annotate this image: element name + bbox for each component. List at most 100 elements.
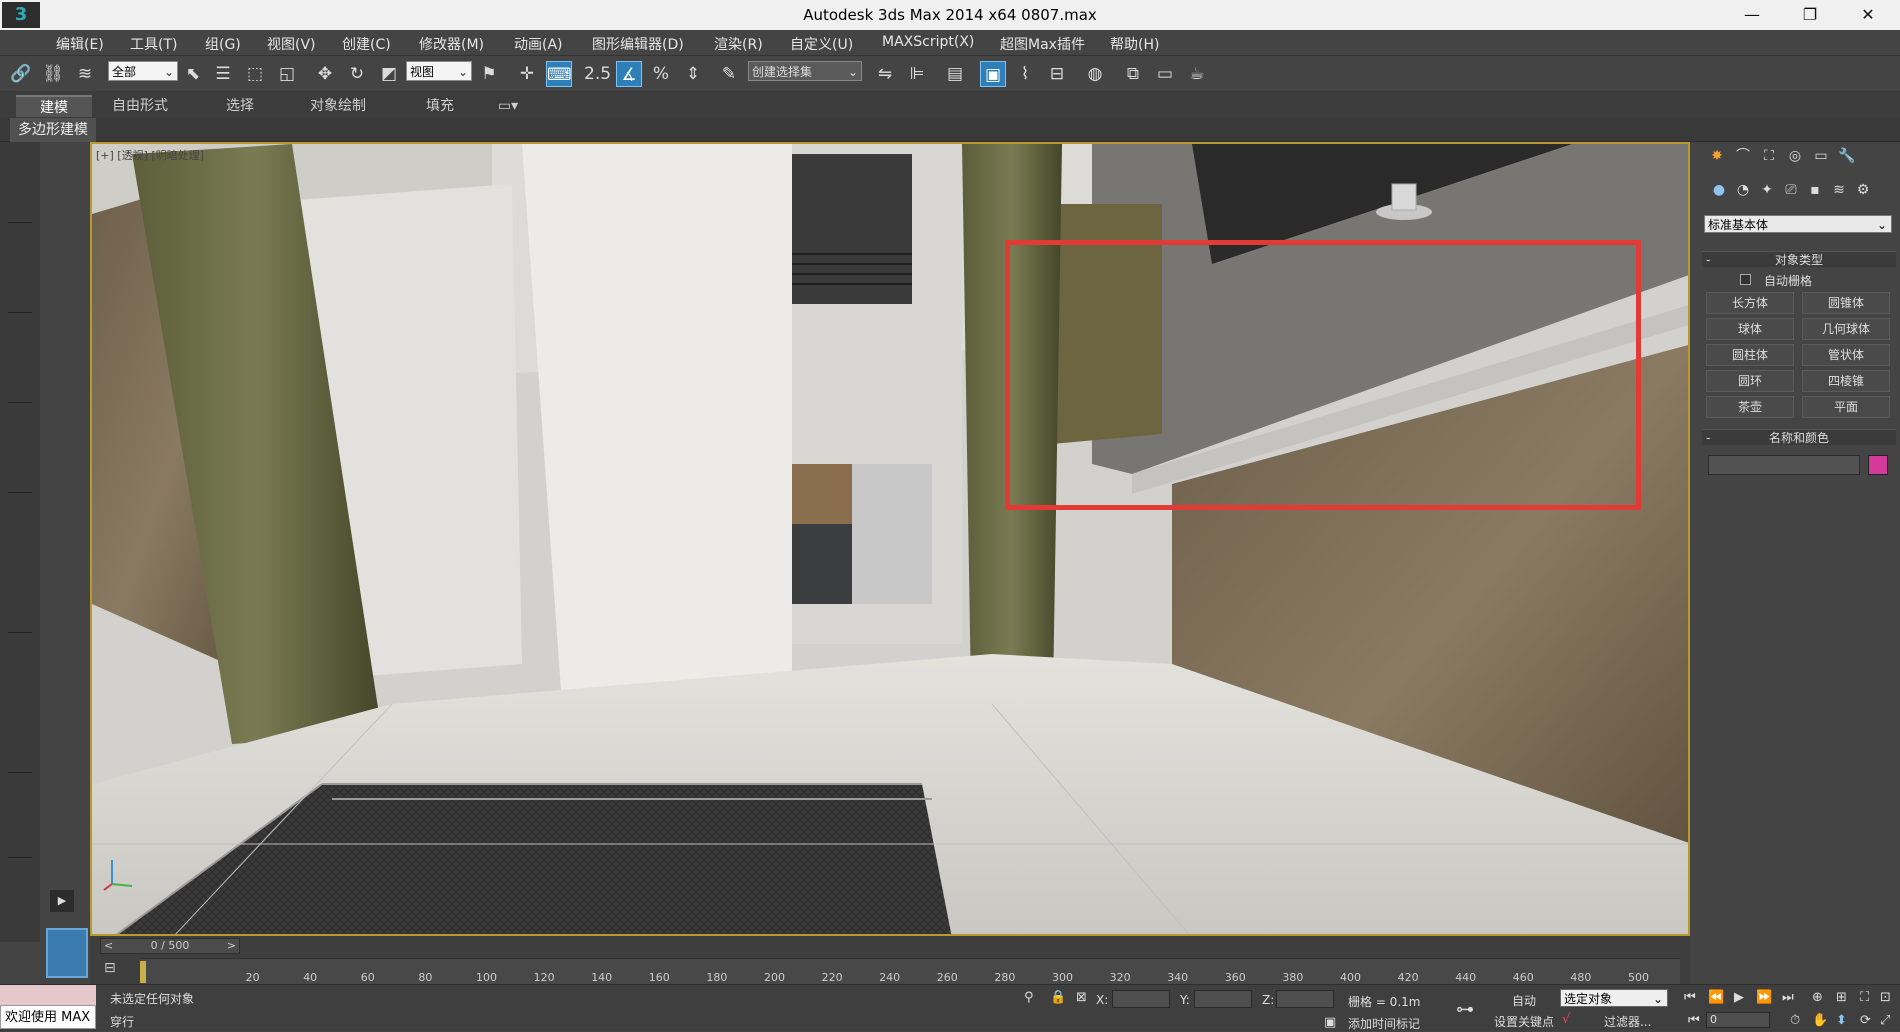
link-icon[interactable]: 🔗 bbox=[8, 61, 34, 87]
menu-rendering[interactable]: 渲染(R) bbox=[714, 34, 763, 54]
torus-button[interactable]: 圆环 bbox=[1706, 370, 1794, 392]
key-mode-toggle-icon[interactable]: ⏮ bbox=[1688, 1013, 1700, 1028]
select-object-icon[interactable]: ⬉ bbox=[180, 61, 206, 87]
key-filter-icon[interactable]: √ bbox=[1562, 1012, 1570, 1027]
set-key-button[interactable]: 设置关键点 bbox=[1494, 1013, 1554, 1030]
material-editor-icon[interactable]: ◍ bbox=[1082, 61, 1108, 87]
track-bar-ruler[interactable]: 20 40 60 80 100 120 140 160 180 200 220 240 260 280 30… bbox=[140, 958, 1680, 986]
render-production-icon[interactable]: ☕ bbox=[1184, 61, 1210, 87]
plane-button[interactable]: 平面 bbox=[1802, 396, 1890, 418]
restore-button[interactable]: ❐ bbox=[1782, 2, 1838, 28]
tab-object-paint[interactable]: 对象绘制 bbox=[296, 95, 380, 117]
slider-next-icon[interactable]: > bbox=[227, 939, 236, 953]
menu-customize[interactable]: 自定义(U) bbox=[790, 34, 853, 54]
select-by-name-icon[interactable]: ☰ bbox=[210, 61, 236, 87]
cone-button[interactable]: 圆锥体 bbox=[1802, 292, 1890, 314]
object-color-swatch[interactable] bbox=[1868, 455, 1888, 475]
close-button[interactable]: ✕ bbox=[1840, 2, 1896, 28]
z-coordinate-input[interactable] bbox=[1276, 990, 1334, 1008]
menu-tools[interactable]: 工具(T) bbox=[130, 34, 177, 54]
schematic-view-icon[interactable]: ⊟ bbox=[1044, 61, 1070, 87]
box-button[interactable]: 长方体 bbox=[1706, 292, 1794, 314]
hierarchy-tab-icon[interactable]: ⛶ bbox=[1758, 146, 1780, 166]
percent-snap-icon[interactable]: % bbox=[648, 61, 674, 87]
mini-viewport-thumbnail[interactable] bbox=[46, 928, 88, 978]
align-icon[interactable]: ⊫ bbox=[904, 61, 930, 87]
object-name-input[interactable] bbox=[1708, 455, 1860, 475]
menu-plugin[interactable]: 超图Max插件 bbox=[1000, 34, 1085, 54]
shapes-icon[interactable]: ◔ bbox=[1732, 180, 1754, 200]
render-setup-icon[interactable]: ⧉ bbox=[1120, 61, 1146, 87]
viewport-layout-toggle-button[interactable]: ▶ bbox=[50, 890, 74, 912]
go-to-end-icon[interactable]: ⏭ bbox=[1782, 990, 1794, 1005]
lights-icon[interactable]: ✦ bbox=[1756, 180, 1778, 200]
zoom-icon[interactable]: ⊕ bbox=[1812, 990, 1823, 1005]
add-time-tag[interactable]: 添加时间标记 bbox=[1348, 1015, 1420, 1032]
rectangular-selection-icon[interactable]: ⬚ bbox=[242, 61, 268, 87]
polygon-modeling-label[interactable]: 多边形建模 bbox=[10, 118, 96, 142]
move-icon[interactable]: ✥ bbox=[312, 61, 338, 87]
current-frame-marker[interactable] bbox=[140, 961, 146, 983]
auto-key-button[interactable]: 自动 bbox=[1512, 992, 1536, 1009]
x-coordinate-input[interactable] bbox=[1112, 990, 1170, 1008]
absolute-mode-icon[interactable]: ⊠ bbox=[1076, 990, 1087, 1005]
zoom-extents-icon[interactable]: ⛶ bbox=[1860, 990, 1869, 1005]
menu-graph-editors[interactable]: 图形编辑器(D) bbox=[592, 34, 684, 54]
reference-coord-dropdown[interactable]: 视图 ⌄ bbox=[406, 61, 472, 81]
walkthrough-icon[interactable]: ⬍ bbox=[1836, 1013, 1847, 1028]
key-filters-button[interactable]: 过滤器... bbox=[1604, 1013, 1651, 1030]
teapot-button[interactable]: 茶壶 bbox=[1706, 396, 1794, 418]
menu-modifiers[interactable]: 修改器(M) bbox=[419, 34, 484, 54]
menu-group[interactable]: 组(G) bbox=[205, 34, 241, 54]
selection-filter-dropdown[interactable]: 全部 ⌄ bbox=[108, 61, 178, 81]
menu-view[interactable]: 视图(V) bbox=[267, 34, 316, 54]
lock-selection-icon[interactable]: 🔒 bbox=[1050, 990, 1066, 1005]
menu-create[interactable]: 创建(C) bbox=[342, 34, 391, 54]
tab-populate[interactable]: 填充 bbox=[400, 95, 480, 117]
rotate-icon[interactable]: ↻ bbox=[344, 61, 370, 87]
current-frame-input[interactable]: 0 bbox=[1706, 1012, 1770, 1028]
motion-tab-icon[interactable]: ◎ bbox=[1784, 146, 1806, 166]
minimize-button[interactable]: — bbox=[1724, 2, 1780, 28]
zoom-all-icon[interactable]: ⊞ bbox=[1836, 990, 1847, 1005]
object-category-dropdown[interactable]: 标准基本体 ⌄ bbox=[1704, 215, 1892, 233]
tube-button[interactable]: 管状体 bbox=[1802, 344, 1890, 366]
autogrid-checkbox[interactable] bbox=[1740, 274, 1751, 285]
spinner-snap-icon[interactable]: ⇕ bbox=[680, 61, 706, 87]
spacewarps-icon[interactable]: ≋ bbox=[1828, 180, 1850, 200]
modify-tab-icon[interactable]: ⌒ bbox=[1732, 146, 1754, 166]
cylinder-button[interactable]: 圆柱体 bbox=[1706, 344, 1794, 366]
pan-icon[interactable]: ✋ bbox=[1812, 1013, 1828, 1028]
previous-frame-icon[interactable]: ⏪ bbox=[1708, 990, 1724, 1005]
pyramid-button[interactable]: 四棱锥 bbox=[1802, 370, 1890, 392]
time-slider[interactable]: < 0 / 500 > bbox=[100, 938, 240, 954]
display-tab-icon[interactable]: ▭ bbox=[1810, 146, 1832, 166]
menu-animation[interactable]: 动画(A) bbox=[514, 34, 563, 54]
unlink-icon[interactable]: ⛓ bbox=[40, 61, 66, 87]
keyboard-shortcut-override-icon[interactable]: ⌨ bbox=[546, 61, 572, 87]
geosphere-button[interactable]: 几何球体 bbox=[1802, 318, 1890, 340]
layer-manager-icon[interactable]: ▤ bbox=[942, 61, 968, 87]
ribbon-toggle-icon[interactable]: ▣ bbox=[980, 61, 1006, 87]
snaps-toggle-icon[interactable]: 2.5 bbox=[584, 61, 611, 87]
object-type-rollout-header[interactable]: - 对象类型 bbox=[1702, 251, 1896, 267]
edit-named-selection-icon[interactable]: ✎ bbox=[716, 61, 742, 87]
slider-prev-icon[interactable]: < bbox=[104, 939, 113, 953]
y-coordinate-input[interactable] bbox=[1194, 990, 1252, 1008]
menu-help[interactable]: 帮助(H) bbox=[1110, 34, 1159, 54]
viewport-label[interactable]: [+] [透视] [明暗处理] bbox=[96, 147, 204, 163]
go-to-start-icon[interactable]: ⏮ bbox=[1684, 990, 1696, 1005]
maximize-viewport-icon[interactable]: ⤢ bbox=[1880, 1013, 1890, 1028]
mirror-icon[interactable]: ⇋ bbox=[872, 61, 898, 87]
window-crossing-icon[interactable]: ◱ bbox=[274, 61, 300, 87]
tab-freeform[interactable]: 自由形式 bbox=[100, 95, 180, 117]
zoom-extents-all-icon[interactable]: ⊡ bbox=[1880, 990, 1891, 1005]
sphere-button[interactable]: 球体 bbox=[1706, 318, 1794, 340]
key-mode-dropdown[interactable]: 选定对象 ⌄ bbox=[1560, 989, 1668, 1007]
menu-maxscript[interactable]: MAXScript(X) bbox=[882, 34, 974, 50]
perspective-viewport[interactable]: [+] [透视] [明暗处理] bbox=[90, 142, 1690, 936]
geometry-icon[interactable]: ● bbox=[1708, 180, 1730, 200]
curve-editor-icon[interactable]: ⌇ bbox=[1012, 61, 1038, 87]
scale-icon[interactable]: ◩ bbox=[376, 61, 402, 87]
orbit-icon[interactable]: ⟳ bbox=[1860, 1013, 1871, 1028]
